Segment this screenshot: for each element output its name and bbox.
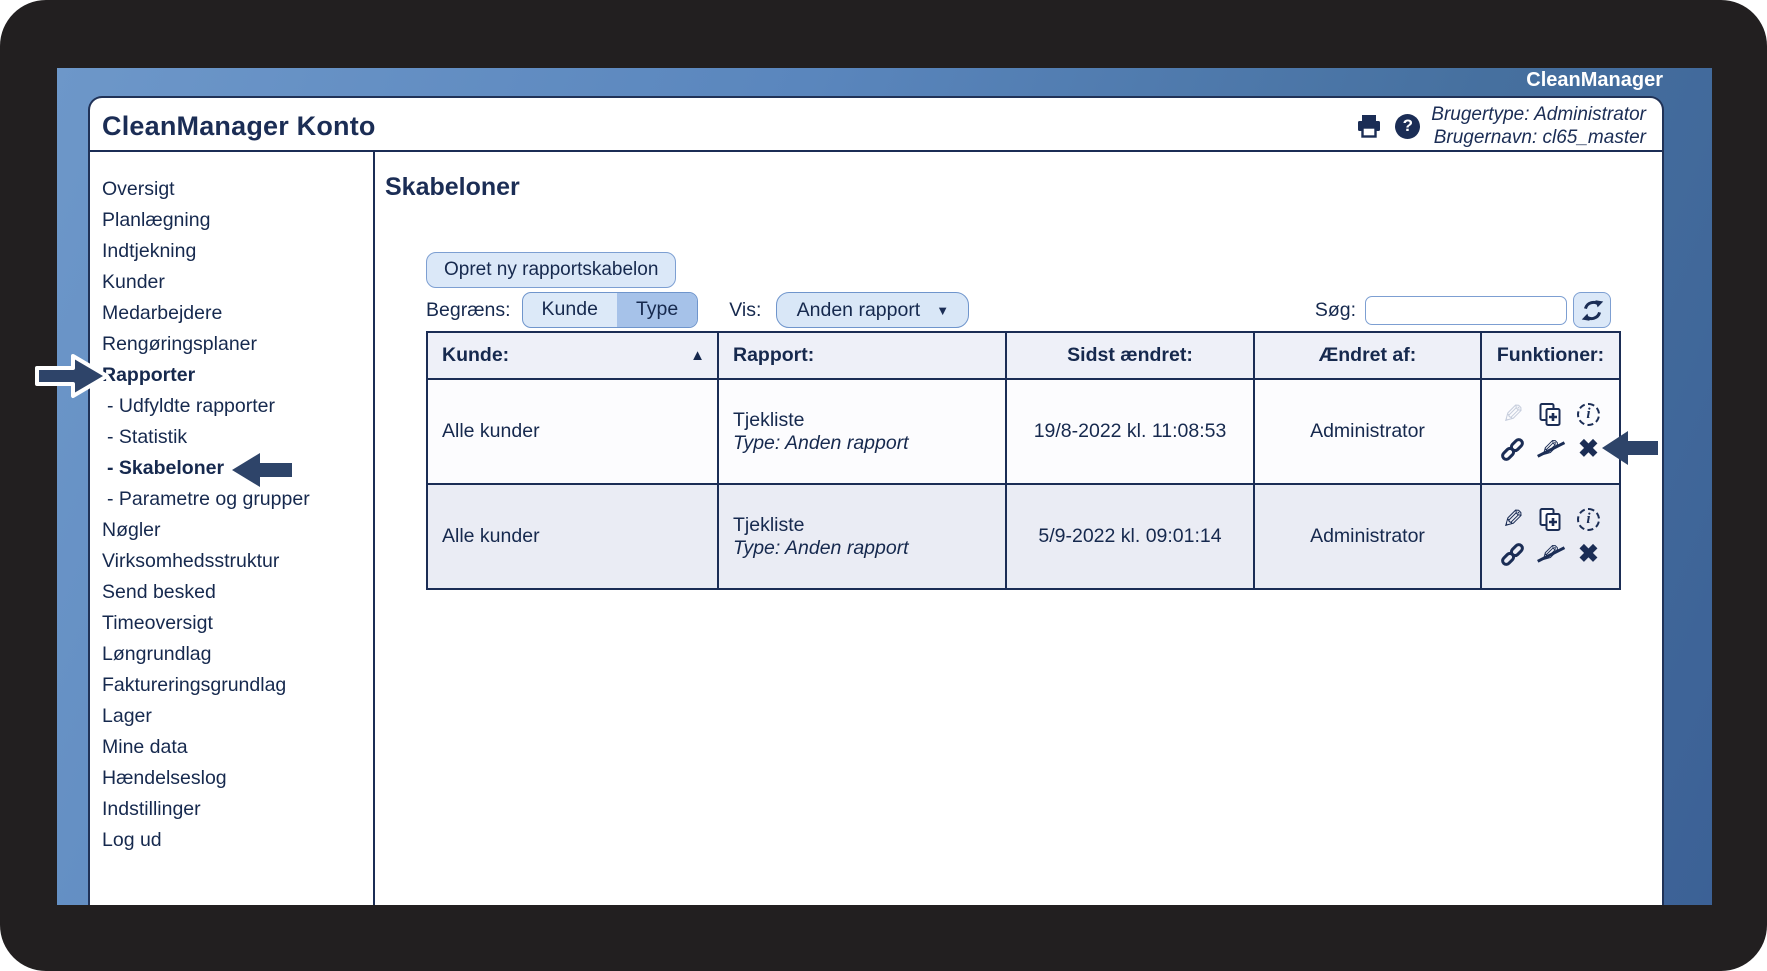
cell-customer: Alle kunder [427, 484, 718, 589]
pen-slash-icon[interactable]: ✎ [1536, 435, 1566, 463]
report-type: Type: Anden rapport [733, 537, 1005, 560]
templates-table: Kunde: ▲ Rapport: Sidst ændret: Ændret a… [426, 331, 1621, 590]
sidebar-item-send-besked[interactable]: Send besked [102, 577, 373, 608]
annotation-arrow-delete [1600, 428, 1660, 473]
edit-icon[interactable]: ✎ [1498, 505, 1528, 533]
column-header-sidst-aendret[interactable]: Sidst ændret: [1006, 332, 1254, 379]
cell-actions: ✎ [1481, 484, 1620, 589]
cell-report: Tjekliste Type: Anden rapport [718, 484, 1006, 589]
app-title: CleanManager Konto [102, 111, 376, 142]
report-type: Type: Anden rapport [733, 432, 1005, 455]
screenshot-frame: CleanManager CleanManager Konto ? Bruger… [0, 0, 1767, 971]
refresh-icon [1580, 298, 1605, 323]
user-type-label: Brugertype: Administrator [1431, 103, 1646, 126]
refresh-button[interactable] [1573, 292, 1611, 328]
search-input[interactable] [1365, 296, 1567, 325]
table-row: Alle kunder Tjekliste Type: Anden rappor… [427, 484, 1620, 589]
sidebar-item-timeoversigt[interactable]: Timeoversigt [102, 608, 373, 639]
cell-report: Tjekliste Type: Anden rapport [718, 379, 1006, 484]
show-filter-label: Vis: [729, 299, 761, 322]
limit-filter-segmented-control: Kunde Type [522, 292, 699, 328]
pen-slash-icon[interactable]: ✎ [1536, 540, 1566, 568]
column-header-aendret-af[interactable]: Ændret af: [1254, 332, 1481, 379]
link-icon[interactable] [1498, 435, 1528, 463]
column-header-kunde[interactable]: Kunde: ▲ [427, 332, 718, 379]
sidebar-item-medarbejdere[interactable]: Medarbejdere [102, 298, 373, 329]
sidebar-item-kunder[interactable]: Kunder [102, 267, 373, 298]
sidebar-nav: Oversigt Planlægning Indtjekning Kunder … [90, 152, 375, 905]
sidebar-item-haendelseslog[interactable]: Hændelseslog [102, 763, 373, 794]
user-name-label: Brugernavn: cl65_master [1431, 126, 1646, 149]
sidebar-item-planlaegning[interactable]: Planlægning [102, 205, 373, 236]
sidebar-item-oversigt[interactable]: Oversigt [102, 174, 373, 205]
column-header-funktioner: Funktioner: [1481, 332, 1620, 379]
table-header-row: Kunde: ▲ Rapport: Sidst ændret: Ændret a… [427, 332, 1620, 379]
report-type-dropdown-value: Anden rapport [797, 299, 921, 322]
print-icon[interactable] [1354, 112, 1384, 140]
cell-last-changed: 19/8-2022 kl. 11:08:53 [1006, 379, 1254, 484]
copy-icon[interactable] [1536, 400, 1566, 428]
cell-last-changed: 5/9-2022 kl. 09:01:14 [1006, 484, 1254, 589]
sidebar-item-virksomhedsstruktur[interactable]: Virksomhedsstruktur [102, 546, 373, 577]
sidebar-item-lager[interactable]: Lager [102, 701, 373, 732]
app-header: CleanManager Konto ? Brugertype: Adminis… [90, 98, 1662, 152]
sidebar-item-rapporter[interactable]: Rapporter [102, 360, 373, 391]
main-content: Skabeloner Opret ny rapportskabelon Begr… [375, 152, 1662, 905]
segment-kunde[interactable]: Kunde [523, 293, 617, 327]
app-panel: CleanManager Konto ? Brugertype: Adminis… [88, 96, 1664, 905]
cell-changed-by: Administrator [1254, 379, 1481, 484]
sidebar-item-log-ud[interactable]: Log ud [102, 825, 373, 856]
report-name: Tjekliste [733, 409, 1005, 432]
table-row: Alle kunder Tjekliste Type: Anden rappor… [427, 379, 1620, 484]
cell-customer: Alle kunder [427, 379, 718, 484]
info-icon[interactable]: i [1574, 505, 1604, 533]
brand-label: CleanManager [1526, 69, 1663, 92]
sort-ascending-icon: ▲ [690, 347, 705, 364]
chevron-down-icon: ▼ [936, 303, 949, 318]
search-label: Søg: [1315, 299, 1356, 322]
sidebar-item-udfyldte-rapporter[interactable]: - Udfyldte rapporter [102, 391, 373, 422]
annotation-arrow-rapporter [33, 352, 111, 405]
sidebar-item-indstillinger[interactable]: Indstillinger [102, 794, 373, 825]
sidebar-item-statistik[interactable]: - Statistik [102, 422, 373, 453]
help-icon[interactable]: ? [1395, 114, 1420, 139]
limit-filter-label: Begræns: [426, 299, 511, 322]
sidebar-item-noegler[interactable]: Nøgler [102, 515, 373, 546]
sidebar-item-indtjekning[interactable]: Indtjekning [102, 236, 373, 267]
sidebar-item-rengoeringsplaner[interactable]: Rengøringsplaner [102, 329, 373, 360]
cell-changed-by: Administrator [1254, 484, 1481, 589]
create-template-button[interactable]: Opret ny rapportskabelon [426, 252, 676, 288]
delete-icon[interactable]: ✖ [1574, 540, 1604, 568]
annotation-arrow-skabeloner [230, 450, 294, 495]
sidebar-item-loengrundlag[interactable]: Løngrundlag [102, 639, 373, 670]
edit-icon: ✎ [1498, 400, 1528, 428]
page-title: Skabeloner [385, 172, 1662, 202]
link-icon[interactable] [1498, 540, 1528, 568]
copy-icon[interactable] [1536, 505, 1566, 533]
sidebar-item-faktureringsgrundlag[interactable]: Faktureringsgrundlag [102, 670, 373, 701]
report-type-dropdown[interactable]: Anden rapport ▼ [776, 292, 969, 328]
sidebar-item-mine-data[interactable]: Mine data [102, 732, 373, 763]
report-name: Tjekliste [733, 514, 1005, 537]
segment-type[interactable]: Type [617, 293, 697, 327]
app-window-border: CleanManager CleanManager Konto ? Bruger… [57, 68, 1712, 905]
delete-icon[interactable]: ✖ [1574, 435, 1604, 463]
column-header-rapport[interactable]: Rapport: [718, 332, 1006, 379]
info-icon[interactable]: i [1574, 400, 1604, 428]
